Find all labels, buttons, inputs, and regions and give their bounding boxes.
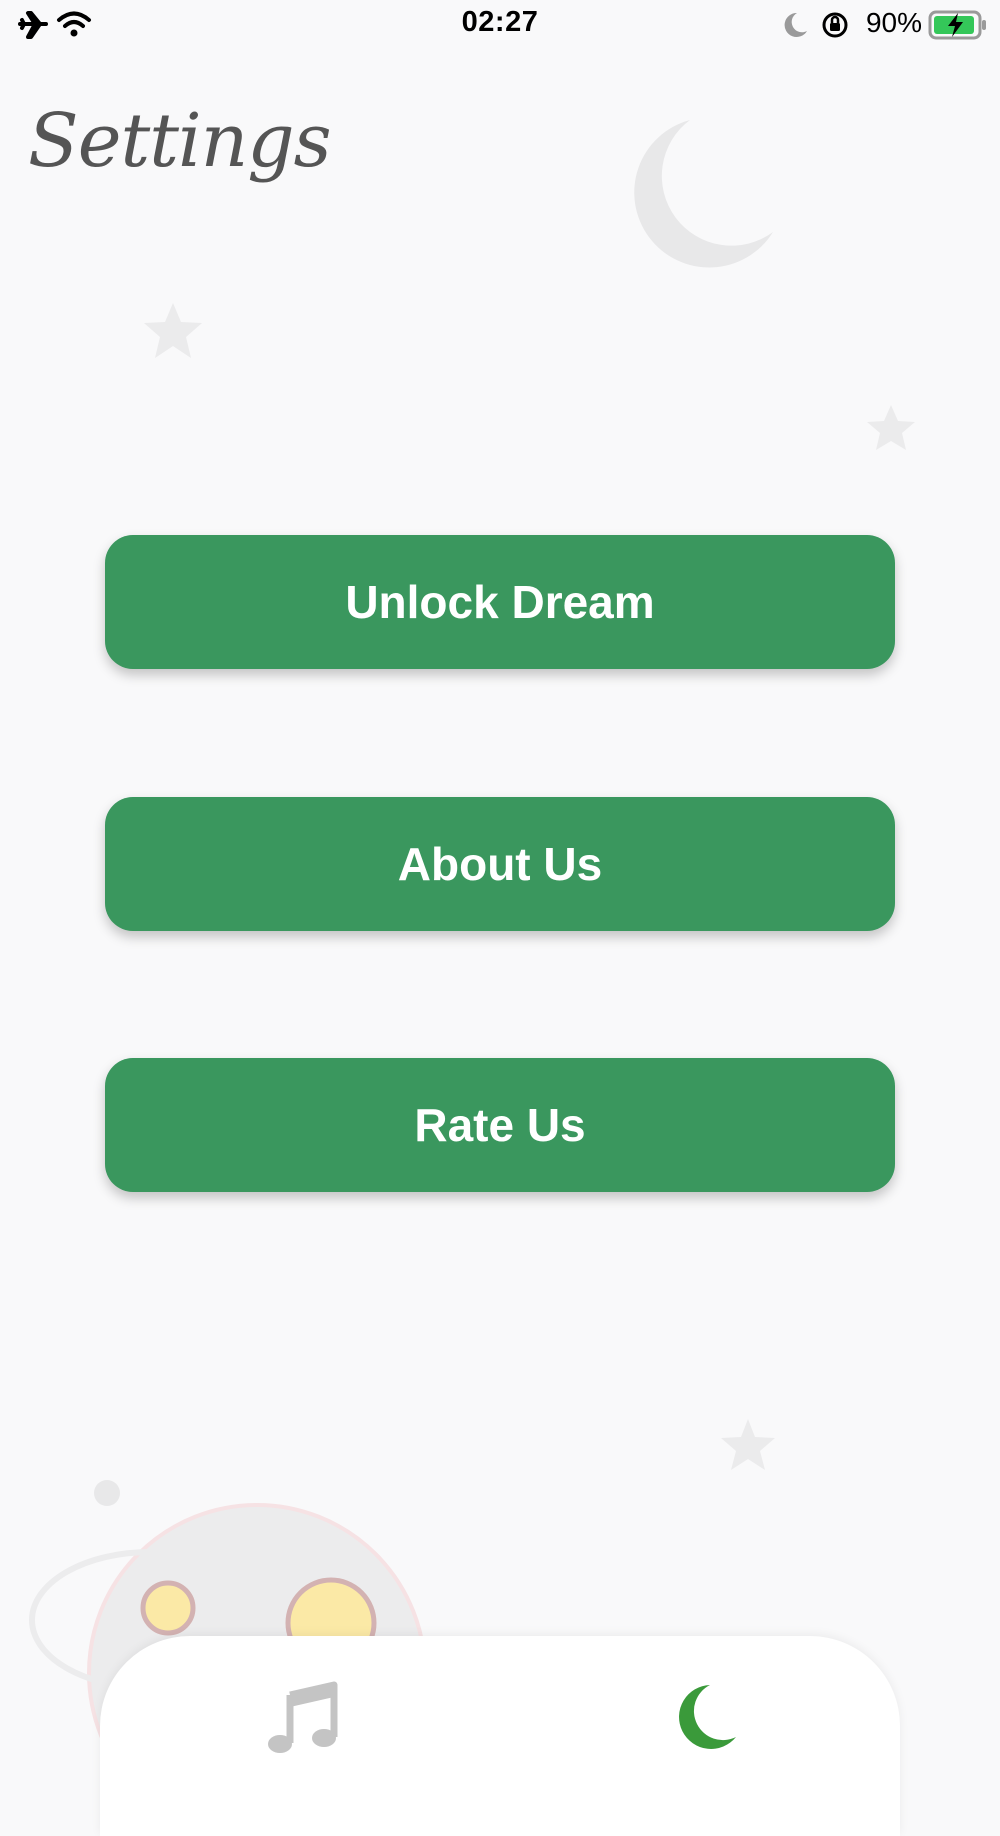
about-us-button[interactable]: About Us <box>105 797 895 931</box>
moon-icon <box>679 1685 736 1749</box>
page-title: Settings <box>28 98 332 184</box>
music-note-icon <box>268 1681 338 1753</box>
battery-percent: 90% <box>865 7 922 38</box>
unlock-dream-button[interactable]: Unlock Dream <box>105 535 895 669</box>
background-star-icon <box>144 303 202 358</box>
background-star-icon <box>721 1419 775 1470</box>
background-dot <box>94 1480 120 1506</box>
rate-us-button[interactable]: Rate Us <box>105 1058 895 1192</box>
moon-icon <box>784 12 807 37</box>
background-moon-icon <box>634 120 773 268</box>
orientation-lock-icon <box>822 12 848 38</box>
battery-charging-icon <box>928 10 986 40</box>
tab-music[interactable] <box>250 1676 360 1766</box>
tab-sleep[interactable] <box>660 1676 770 1766</box>
status-bar: 02:27 90% <box>0 0 1000 52</box>
status-time: 02:27 <box>461 6 539 38</box>
tab-bar <box>100 1636 900 1836</box>
background-star-icon <box>867 405 915 450</box>
